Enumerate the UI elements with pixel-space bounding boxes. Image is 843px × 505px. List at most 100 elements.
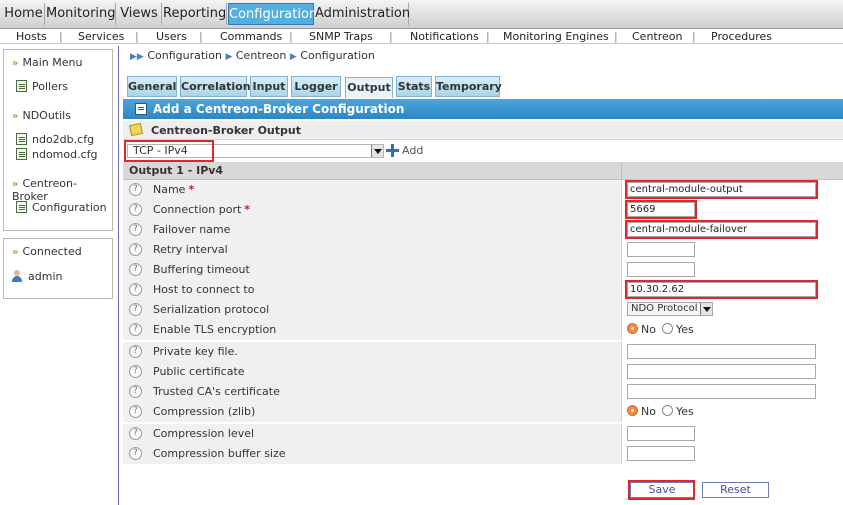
output-type-row: TCP - IPv4 Add xyxy=(123,141,843,162)
breadcrumb-item[interactable]: Configuration xyxy=(147,49,222,62)
tab-output[interactable]: Output xyxy=(345,77,393,98)
help-icon[interactable]: ? xyxy=(129,223,142,236)
tab-logger[interactable]: Logger xyxy=(291,76,341,97)
radio-unchecked-icon xyxy=(662,405,673,416)
compression-buffer-size-input[interactable] xyxy=(627,446,695,461)
ndoutils-heading[interactable]: » NDOutils xyxy=(12,109,71,122)
chevron-down-icon[interactable] xyxy=(700,303,712,315)
table-row: ? Enable TLS encryption No Yes xyxy=(123,320,843,340)
compression-no-radio[interactable]: No xyxy=(627,404,656,420)
help-icon[interactable]: ? xyxy=(129,283,142,296)
buffering-timeout-input[interactable] xyxy=(627,262,695,277)
sub-menu-services[interactable]: Services xyxy=(78,30,124,44)
sub-menu: Hosts | Services | Users | Commands | SN… xyxy=(0,30,843,44)
sub-menu-separator: | xyxy=(692,30,696,43)
top-menu-home[interactable]: Home xyxy=(3,3,45,25)
public-certificate-input[interactable] xyxy=(627,364,816,379)
vertical-divider xyxy=(118,46,119,505)
sub-menu-snmp-traps[interactable]: SNMP Traps xyxy=(309,30,373,44)
sub-menu-procedures[interactable]: Procedures xyxy=(711,30,772,44)
top-menu-reporting[interactable]: Reporting xyxy=(163,3,227,25)
breadcrumb-item[interactable]: Centreon xyxy=(236,49,286,62)
host-to-connect-input[interactable] xyxy=(625,280,818,299)
top-menu-views[interactable]: Views xyxy=(117,3,162,25)
serialization-protocol-select[interactable]: NDO Protocol xyxy=(627,302,713,316)
help-icon[interactable]: ? xyxy=(129,427,142,440)
sub-menu-separator: | xyxy=(289,30,293,43)
required-mark: * xyxy=(244,203,251,216)
table-row: ? Failover name xyxy=(123,220,843,240)
private-key-input[interactable] xyxy=(627,344,816,359)
sub-menu-separator: | xyxy=(614,30,618,43)
connected-user[interactable]: admin xyxy=(12,270,62,283)
name-input[interactable] xyxy=(625,180,818,199)
tls-yes-radio[interactable]: Yes xyxy=(662,322,694,338)
compression-yes-radio[interactable]: Yes xyxy=(662,404,694,420)
tab-correlation[interactable]: Correlation xyxy=(180,76,251,97)
chevron-down-icon[interactable] xyxy=(371,145,383,157)
double-chevron-icon: » xyxy=(12,111,19,122)
help-icon[interactable]: ? xyxy=(129,323,142,336)
failover-name-input[interactable] xyxy=(625,220,818,239)
help-icon[interactable]: ? xyxy=(129,365,142,378)
tab-input[interactable]: Input xyxy=(250,76,288,97)
table-row: ? Compression buffer size xyxy=(123,444,843,464)
field-label: Serialization protocol xyxy=(153,303,270,316)
field-label: Compression buffer size xyxy=(153,447,286,460)
sub-menu-separator: | xyxy=(486,30,490,43)
sub-menu-centreon[interactable]: Centreon xyxy=(632,30,682,44)
sub-menu-commands[interactable]: Commands xyxy=(220,30,282,44)
table-header: Output 1 - IPv4 xyxy=(123,162,843,180)
main-menu-heading[interactable]: » Main Menu xyxy=(12,56,82,69)
help-icon[interactable]: ? xyxy=(129,263,142,276)
plus-icon xyxy=(386,144,399,157)
tab-general[interactable]: General xyxy=(127,76,177,97)
left-navigation: » Main Menu Pollers » NDOutils ndo2db.cfg … xyxy=(3,49,113,231)
sub-menu-monitoring-engines[interactable]: Monitoring Engines xyxy=(503,30,609,44)
help-icon[interactable]: ? xyxy=(129,243,142,256)
tab-stats[interactable]: Stats xyxy=(396,76,432,97)
top-menu-configuration[interactable]: Configuration xyxy=(228,3,317,25)
compression-level-input[interactable] xyxy=(627,426,695,441)
sub-menu-separator: | xyxy=(389,30,393,43)
top-menu-monitoring[interactable]: Monitoring xyxy=(46,3,116,25)
sub-menu-separator: | xyxy=(199,30,203,43)
field-label: Trusted CA's certificate xyxy=(153,385,280,398)
radio-unchecked-icon xyxy=(662,323,673,334)
help-icon[interactable]: ? xyxy=(129,203,142,216)
help-icon[interactable]: ? xyxy=(129,405,142,418)
field-label: Compression level xyxy=(153,427,255,440)
sub-menu-hosts[interactable]: Hosts xyxy=(16,30,47,44)
tls-no-radio[interactable]: No xyxy=(627,322,656,338)
nav-item-pollers[interactable]: Pollers xyxy=(16,80,68,93)
double-chevron-icon: » xyxy=(12,58,19,69)
top-menu-administration[interactable]: Administration xyxy=(315,3,410,25)
nav-item-configuration[interactable]: Configuration xyxy=(16,201,107,214)
help-icon[interactable]: ? xyxy=(129,183,142,196)
help-icon[interactable]: ? xyxy=(129,303,142,316)
field-label: Connection port * xyxy=(153,203,251,216)
centreon-broker-heading[interactable]: » Centreon-Broker xyxy=(12,177,112,203)
breadcrumb-item[interactable]: Configuration xyxy=(300,49,375,62)
connection-port-input[interactable] xyxy=(625,200,697,219)
table-row: ? Serialization protocol NDO Protocol xyxy=(123,300,843,320)
breadcrumb: ▶▶ Configuration ▶ Centreon ▶ Configurat… xyxy=(130,49,375,62)
table-row: ? Connection port * xyxy=(123,200,843,220)
field-label: Failover name xyxy=(153,223,231,236)
help-icon[interactable]: ? xyxy=(129,345,142,358)
nav-item-ndo2db[interactable]: ndo2db.cfg xyxy=(16,133,94,146)
retry-interval-input[interactable] xyxy=(627,242,695,257)
trusted-ca-input[interactable] xyxy=(627,384,816,399)
help-icon[interactable]: ? xyxy=(129,385,142,398)
table-header-title: Output 1 - IPv4 xyxy=(129,164,224,177)
double-chevron-icon: » xyxy=(12,179,19,190)
sub-menu-users[interactable]: Users xyxy=(156,30,187,44)
document-icon xyxy=(16,201,27,213)
tab-temporary[interactable]: Temporary xyxy=(435,76,502,97)
add-output-button[interactable]: Add xyxy=(386,143,423,159)
help-icon[interactable]: ? xyxy=(129,447,142,460)
reset-button[interactable]: Reset xyxy=(702,482,769,498)
nav-item-ndomod[interactable]: ndomod.cfg xyxy=(16,148,98,161)
sub-menu-notifications[interactable]: Notifications xyxy=(410,30,479,44)
section-title: Centreon-Broker Output xyxy=(151,124,301,137)
